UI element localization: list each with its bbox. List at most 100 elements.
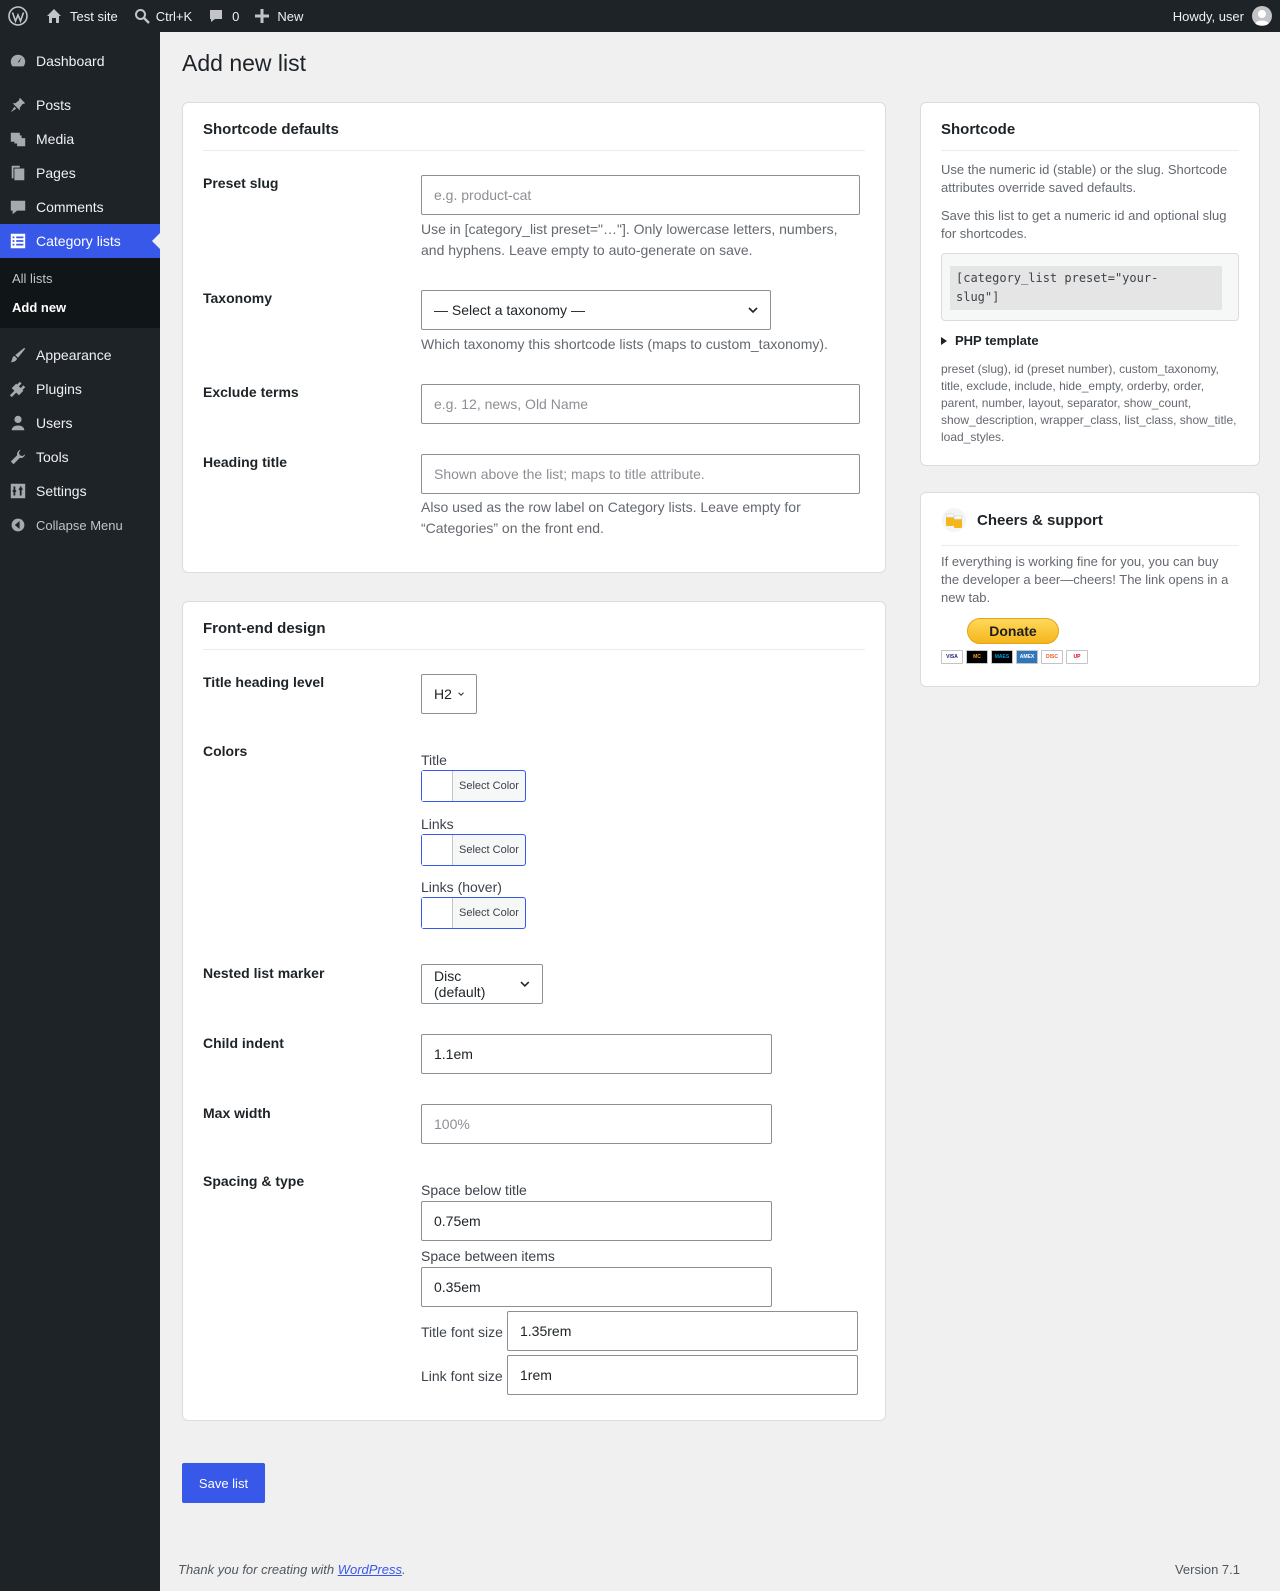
title-heading-level-label: Title heading level [203, 674, 325, 690]
save-list-button[interactable]: Save list [182, 1463, 265, 1503]
disclosure-triangle-icon [941, 336, 947, 345]
preset-slug-label: Preset slug [203, 175, 279, 191]
child-indent-input[interactable]: 1.1em [421, 1034, 772, 1074]
heading-title-input[interactable]: Shown above the list; maps to title attr… [421, 454, 860, 494]
sidebar-item-users[interactable]: Users [0, 406, 160, 440]
shortcode-card: Shortcode Use the numeric id (stable) or… [920, 102, 1260, 466]
account-menu[interactable]: Howdy, user [1173, 6, 1280, 26]
wordpress-link[interactable]: WordPress [338, 1562, 402, 1577]
max-width-input[interactable]: 100% [421, 1104, 772, 1144]
links-color-picker[interactable]: Select Color [421, 834, 526, 866]
admin-sidebar: Dashboard Posts Media Pages Comments Cat… [0, 32, 160, 1591]
spacing-type-label: Spacing & type [203, 1173, 305, 1189]
sidebar-item-dashboard[interactable]: Dashboard [0, 44, 160, 78]
amex-card-icon: AMEX [1016, 650, 1038, 664]
admin-bar: Test site Ctrl+K 0 New Howdy, user [0, 0, 1280, 32]
brush-icon [8, 345, 28, 365]
colors-label: Colors [203, 743, 248, 759]
mastercard-icon: MC [966, 650, 988, 664]
media-icon [8, 129, 28, 149]
sidebar-item-pages[interactable]: Pages [0, 156, 160, 190]
howdy-text: Howdy, user [1172, 8, 1244, 24]
color-swatch [422, 771, 453, 801]
support-text: If everything is working fine for you, y… [941, 554, 1229, 605]
collapse-menu-button[interactable]: Collapse Menu [0, 508, 160, 542]
sidebar-item-tools[interactable]: Tools [0, 440, 160, 474]
shortcode-code-box[interactable]: [category_list preset="your-slug"] [941, 253, 1239, 321]
plus-icon [255, 9, 270, 23]
admin-footer: Thank you for creating with WordPress. [178, 1562, 406, 1577]
payment-cards: VISA MC MAES AMEX DISC UP [941, 650, 1088, 664]
command-search[interactable]: Ctrl+K [126, 0, 200, 32]
wrench-icon [8, 447, 28, 467]
sidebar-item-media[interactable]: Media [0, 122, 160, 156]
taxonomy-description: Which taxonomy this shortcode lists (map… [421, 336, 828, 352]
submenu-all-lists[interactable]: All lists [0, 264, 160, 293]
comment-icon [210, 10, 223, 22]
comments-count: 0 [232, 8, 240, 24]
dashboard-icon [8, 51, 28, 71]
pin-icon [8, 95, 28, 115]
pages-icon [8, 163, 28, 183]
preset-slug-input[interactable]: e.g. product-cat [421, 175, 860, 215]
sidebar-item-posts[interactable]: Posts [0, 88, 160, 122]
support-heading: Cheers & support [977, 511, 1103, 529]
link-font-size-label: Link font size [421, 1368, 503, 1384]
links-hover-color-picker[interactable]: Select Color [421, 897, 526, 929]
chevron-down-icon [520, 981, 530, 988]
color-links-hover-label: Links (hover) [421, 879, 502, 895]
beer-mugs-icon [941, 507, 967, 533]
sidebar-item-plugins[interactable]: Plugins [0, 372, 160, 406]
support-card: Cheers & support If everything is workin… [920, 492, 1260, 687]
collapse-arrow-icon [8, 515, 28, 535]
nested-marker-select[interactable]: Disc (default) [421, 964, 543, 1004]
exclude-terms-label: Exclude terms [203, 384, 299, 400]
chevron-down-icon [458, 692, 464, 696]
title-font-size-input[interactable]: 1.35rem [507, 1311, 858, 1351]
shortcode-save-text: Save this list to get a numeric id and o… [941, 208, 1227, 241]
shortcode-defaults-heading: Shortcode defaults [203, 121, 339, 138]
php-template-toggle[interactable]: PHP template [941, 333, 1039, 348]
frontend-design-heading: Front-end design [203, 620, 326, 637]
wordpress-logo-icon[interactable] [0, 0, 38, 32]
shortcode-help-text: Use the numeric id (stable) or the slug.… [941, 162, 1228, 195]
version-text: Version 7.1 [1174, 1562, 1240, 1577]
heading-title-label: Heading title [203, 454, 288, 470]
sidebar-item-settings[interactable]: Settings [0, 474, 160, 508]
page-title: Add new list [182, 50, 307, 76]
taxonomy-select[interactable]: — Select a taxonomy — [421, 290, 771, 330]
user-icon [8, 413, 28, 433]
color-swatch [422, 835, 453, 865]
comment-icon [8, 197, 28, 217]
space-below-title-input[interactable]: 0.75em [421, 1201, 772, 1241]
sidebar-item-appearance[interactable]: Appearance [0, 338, 160, 372]
title-heading-level-select[interactable]: H2 [421, 674, 477, 714]
space-between-items-input[interactable]: 0.35em [421, 1267, 772, 1307]
chevron-down-icon [748, 307, 758, 314]
title-font-size-label: Title font size [421, 1324, 503, 1340]
color-title-label: Title [421, 752, 447, 768]
shortcode-heading: Shortcode [941, 121, 1016, 138]
title-color-picker[interactable]: Select Color [421, 770, 526, 802]
new-content-link[interactable]: New [247, 0, 311, 32]
sidebar-item-category-lists[interactable]: Category lists [0, 224, 160, 258]
link-font-size-input[interactable]: 1rem [507, 1355, 858, 1395]
sidebar-item-comments[interactable]: Comments [0, 190, 160, 224]
visa-card-icon: VISA [941, 650, 963, 664]
frontend-design-card: Front-end design Title heading level H2 … [182, 601, 886, 1421]
unionpay-card-icon: UP [1066, 650, 1088, 664]
taxonomy-label: Taxonomy [203, 290, 272, 306]
space-between-items-label: Space between items [421, 1248, 555, 1264]
exclude-terms-input[interactable]: e.g. 12, news, Old Name [421, 384, 860, 424]
child-indent-label: Child indent [203, 1035, 284, 1051]
comments-link[interactable]: 0 [200, 0, 247, 32]
plugin-icon [8, 379, 28, 399]
site-name-link[interactable]: Test site [38, 0, 126, 32]
shortcode-code: [category_list preset="your-slug"] [950, 266, 1222, 310]
donate-button[interactable]: Donate [967, 618, 1059, 644]
submenu-add-new[interactable]: Add new [0, 293, 160, 322]
discover-card-icon: DISC [1041, 650, 1063, 664]
nested-marker-label: Nested list marker [203, 965, 325, 981]
shortcode-defaults-card: Shortcode defaults Preset slug e.g. prod… [182, 102, 886, 573]
preset-slug-description: Use in [category_list preset="…"]. Only … [421, 221, 838, 258]
